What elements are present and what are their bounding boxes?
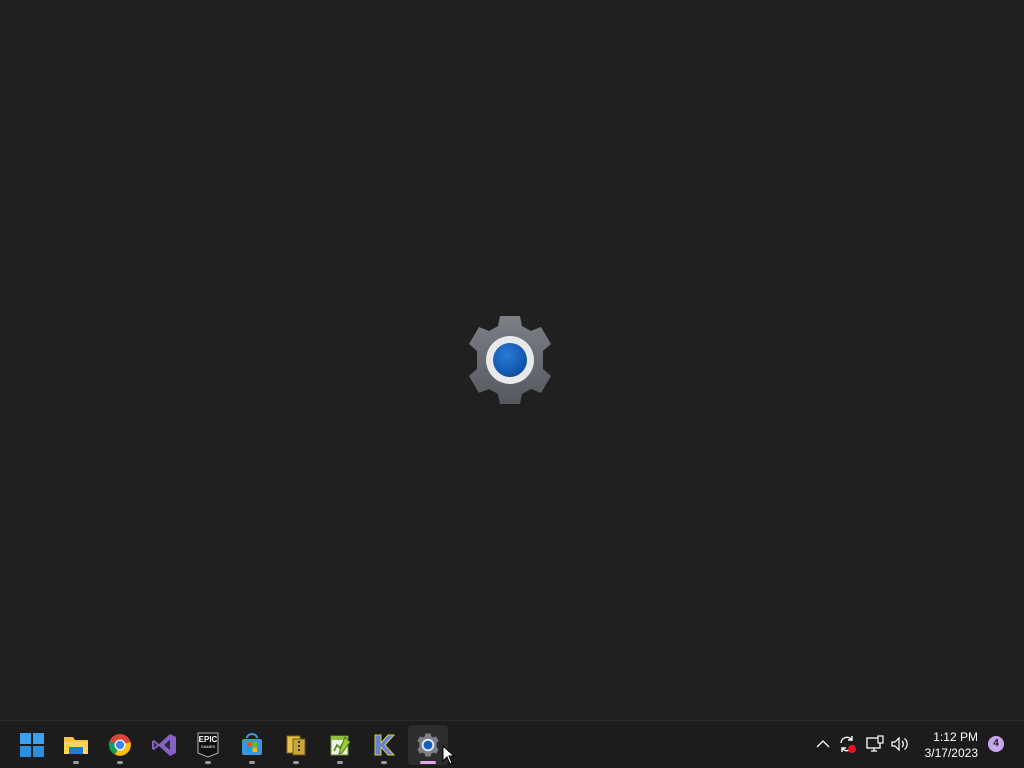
volume-tray-button[interactable] <box>889 733 911 755</box>
taskbar-notepad[interactable] <box>320 725 360 765</box>
taskbar-visual-studio[interactable] <box>144 725 184 765</box>
folder-icon <box>64 737 88 754</box>
active-indicator <box>420 761 436 764</box>
network-icon <box>866 735 884 752</box>
volume-icon <box>891 736 908 752</box>
store-icon <box>242 733 262 755</box>
clock-date: 3/17/2023 <box>924 746 978 760</box>
taskbar: EPIC GAMES 1:12 PM 3/17/2023 <box>0 720 1024 768</box>
running-indicator <box>73 761 79 764</box>
show-hidden-icons-button[interactable] <box>812 733 834 755</box>
clock-time: 1:12 PM <box>933 730 978 744</box>
archive-icon <box>286 735 306 756</box>
taskbar-chrome[interactable] <box>100 725 140 765</box>
sync-tray-button[interactable] <box>836 733 858 755</box>
notification-badge[interactable]: 4 <box>988 736 1004 752</box>
visual-studio-icon <box>152 734 176 756</box>
taskbar-microsoft-store[interactable] <box>232 725 272 765</box>
settings-gear-icon <box>469 316 551 404</box>
running-indicator <box>205 761 211 764</box>
epic-sub-label: GAMES <box>200 744 216 749</box>
network-tray-button[interactable] <box>864 733 886 755</box>
chrome-icon <box>108 734 131 756</box>
running-indicator <box>337 761 343 764</box>
epic-label: EPIC <box>198 735 218 744</box>
taskbar-k-app[interactable] <box>364 725 404 765</box>
settings-gear-icon <box>417 733 439 757</box>
running-indicator <box>117 761 123 764</box>
running-indicator <box>293 761 299 764</box>
taskbar-file-explorer[interactable] <box>56 725 96 765</box>
start-button[interactable] <box>12 725 52 765</box>
taskbar-archive-tool[interactable] <box>276 725 316 765</box>
chevron-up-icon <box>816 740 830 748</box>
notepad-icon <box>330 735 351 756</box>
k-icon <box>374 734 396 756</box>
clock-button[interactable]: 1:12 PM 3/17/2023 <box>914 729 978 761</box>
running-indicator <box>381 761 387 764</box>
sync-icon <box>840 736 856 753</box>
windows-logo-icon <box>20 733 44 757</box>
mouse-cursor-icon <box>442 745 456 765</box>
taskbar-epic-games[interactable]: EPIC GAMES <box>188 725 228 765</box>
desktop <box>0 0 1024 720</box>
running-indicator <box>249 761 255 764</box>
